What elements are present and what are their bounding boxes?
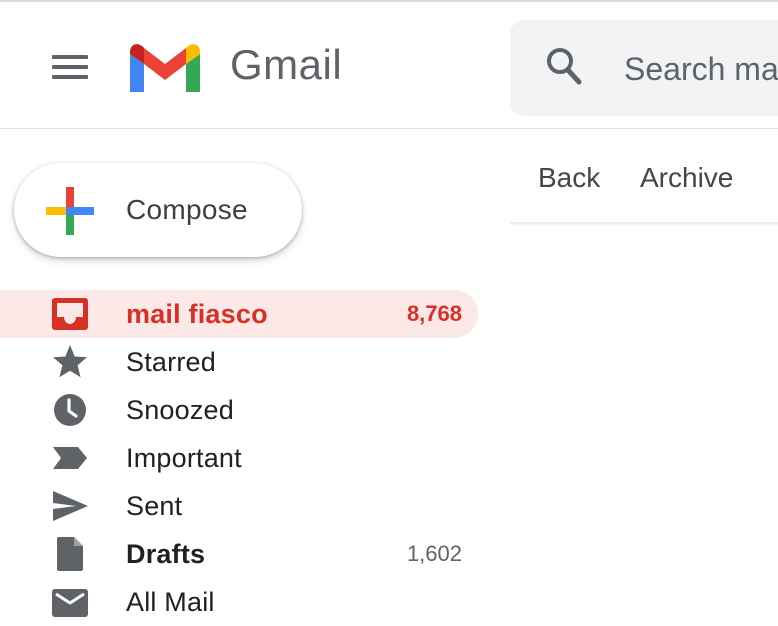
sidebar-item-label: Sent xyxy=(126,491,183,521)
important-icon xyxy=(53,447,87,469)
menu-bar xyxy=(52,65,88,69)
search-bar[interactable] xyxy=(510,20,778,116)
sidebar-item-starred[interactable]: Starred xyxy=(0,338,478,386)
toolbar-divider xyxy=(510,222,778,226)
sidebar-item-drafts[interactable]: Drafts 1,602 xyxy=(0,530,478,578)
compose-button[interactable]: Compose xyxy=(14,163,302,257)
sidebar-item-important[interactable]: Important xyxy=(0,434,478,482)
app-header: Gmail xyxy=(0,2,778,128)
app-title: Gmail xyxy=(230,41,343,88)
unread-count: 8,768 xyxy=(406,301,462,326)
back-button[interactable]: Back xyxy=(538,162,600,194)
inbox-icon xyxy=(52,298,88,330)
draft-count: 1,602 xyxy=(406,541,462,566)
sidebar-item-label: Important xyxy=(126,443,242,473)
mail-icon xyxy=(52,589,88,617)
sidebar-item-all-mail[interactable]: All Mail xyxy=(0,578,478,626)
compose-label: Compose xyxy=(126,194,248,225)
archive-button[interactable]: Archive xyxy=(640,162,733,194)
sidebar-item-label: Drafts xyxy=(126,539,206,569)
header-divider xyxy=(0,128,778,129)
sidebar-item-label: mail fiasco xyxy=(126,299,268,329)
star-icon xyxy=(53,345,87,378)
sidebar-item-sent[interactable]: Sent xyxy=(0,482,478,530)
sidebar-item-label: Starred xyxy=(126,347,216,377)
clock-icon xyxy=(54,394,86,426)
menu-bar xyxy=(52,75,88,79)
sidebar-item-snoozed[interactable]: Snoozed xyxy=(0,386,478,434)
search-input[interactable] xyxy=(622,42,778,96)
send-icon xyxy=(53,491,88,521)
sidebar-item-inbox[interactable]: mail fiasco 8,768 xyxy=(0,290,478,338)
sidebar-item-label: Snoozed xyxy=(126,395,234,425)
menu-bar xyxy=(52,55,88,59)
plus-icon xyxy=(46,187,94,235)
gmail-logo-icon[interactable] xyxy=(128,40,202,96)
main-menu-button[interactable] xyxy=(40,42,100,92)
search-icon[interactable] xyxy=(544,44,584,88)
sidebar-nav: mail fiasco 8,768 Starred Snoozed Import… xyxy=(0,290,480,626)
sidebar-item-label: All Mail xyxy=(126,587,215,617)
draft-icon xyxy=(56,537,83,571)
